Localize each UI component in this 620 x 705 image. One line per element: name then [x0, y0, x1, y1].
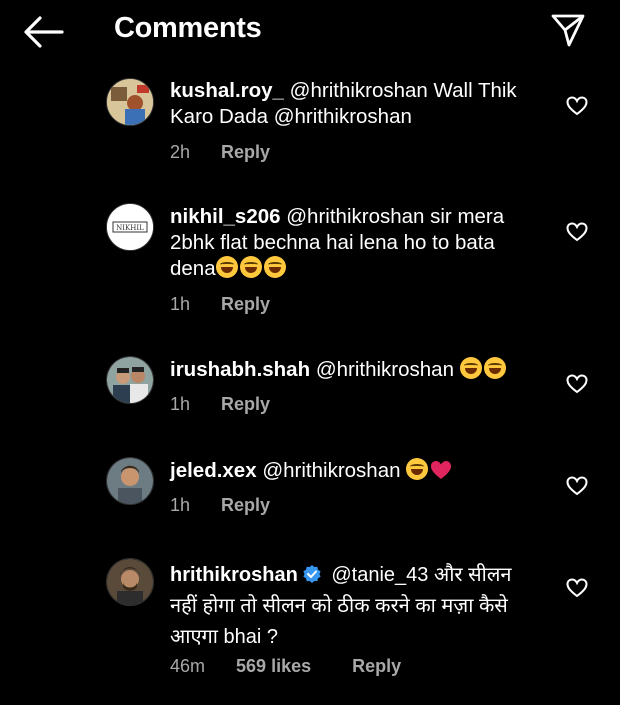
comment-time: 1h — [170, 294, 191, 314]
comment-username[interactable]: hrithikroshan — [170, 564, 298, 586]
laughing-emoji-icon — [215, 256, 288, 280]
reply-button[interactable]: Reply — [221, 142, 270, 162]
comment-meta: 1h Reply — [170, 294, 270, 315]
reply-button[interactable]: Reply — [221, 495, 270, 515]
comment-meta: 1h Reply — [170, 394, 270, 415]
comment-time: 2h — [170, 142, 191, 162]
reply-button[interactable]: Reply — [221, 294, 270, 314]
comment-text: jeled.xex @hrithikroshan — [170, 458, 540, 484]
like-heart-icon[interactable] — [566, 222, 588, 242]
send-icon[interactable] — [550, 12, 586, 48]
comment-meta: 2h Reply — [170, 142, 270, 163]
likes-count[interactable]: 569 likes — [236, 656, 311, 676]
avatar[interactable] — [106, 78, 154, 126]
laughing-emoji-icon — [406, 458, 430, 482]
comment-time: 1h — [170, 394, 191, 414]
comment-meta: 1h Reply — [170, 495, 270, 516]
page-title: Comments — [114, 12, 262, 44]
avatar[interactable] — [106, 457, 154, 505]
reply-button[interactable]: Reply — [221, 394, 270, 414]
comment-body: @hrithikroshan — [262, 459, 401, 482]
laughing-emoji-icon — [459, 357, 508, 381]
comment-text: hrithikroshan @tanie_43 और सीलन नहीं होग… — [170, 560, 540, 653]
header: Comments — [0, 0, 620, 62]
avatar[interactable]: NIKHIL — [106, 203, 154, 251]
comment-text: irushabh.shah @hrithikroshan — [170, 357, 540, 383]
comment-username[interactable]: irushabh.shah — [170, 358, 310, 381]
comment-text: nikhil_s206 @hrithikroshan sir mera 2bhk… — [170, 204, 540, 282]
avatar[interactable] — [106, 558, 154, 606]
comment-username[interactable]: kushal.roy_ — [170, 79, 284, 102]
like-heart-icon[interactable] — [566, 476, 588, 496]
like-heart-icon[interactable] — [566, 374, 588, 394]
like-heart-icon[interactable] — [566, 96, 588, 116]
comment-body: @hrithikroshan — [315, 358, 454, 381]
reply-button[interactable]: Reply — [352, 656, 401, 676]
back-arrow-icon[interactable] — [22, 14, 64, 50]
avatar[interactable] — [106, 356, 154, 404]
comment-username[interactable]: nikhil_s206 — [170, 205, 281, 228]
comment-time: 1h — [170, 495, 191, 515]
verified-badge-icon — [303, 565, 321, 583]
comment-time: 46m — [170, 656, 206, 676]
comment-username[interactable]: jeled.xex — [170, 459, 257, 482]
comment-meta: 46m 569 likes Reply — [170, 656, 401, 677]
avatar-logo-text: NIKHIL — [116, 224, 144, 232]
like-heart-icon[interactable] — [566, 578, 588, 598]
comment-text: kushal.roy_ @hrithikroshan Wall Thik Kar… — [170, 78, 540, 130]
red-heart-icon — [431, 461, 452, 479]
